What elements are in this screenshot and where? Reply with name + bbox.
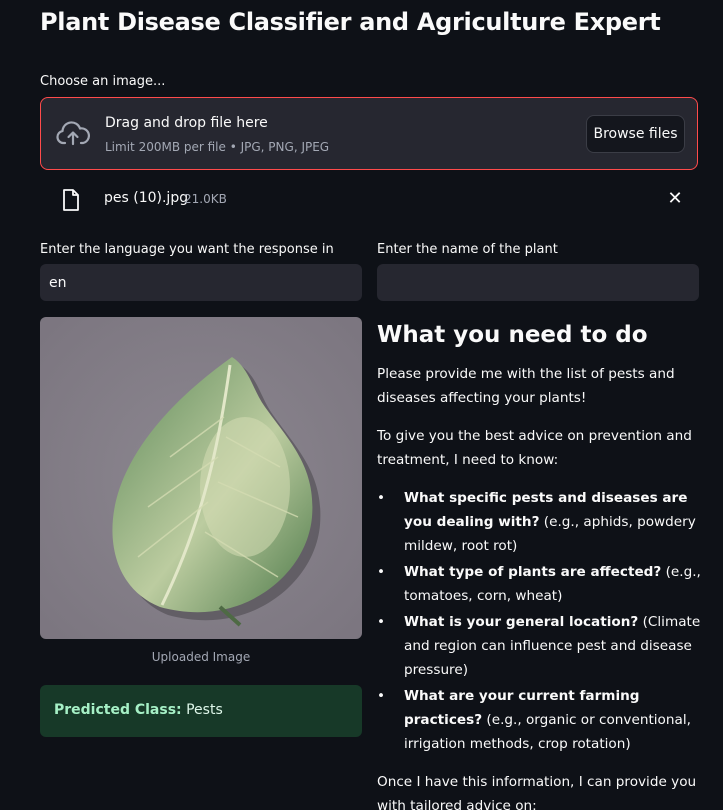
advice-response: What you need to do Please provide me wi…: [377, 322, 707, 810]
list-item: • What is your general location? (Climate…: [377, 610, 707, 682]
image-caption: Uploaded Image: [151, 650, 251, 664]
language-input[interactable]: [40, 264, 362, 301]
plant-name-label: Enter the name of the plant: [377, 242, 558, 257]
list-item-question: What is your general location?: [404, 614, 639, 630]
file-dropzone[interactable]: Drag and drop file here Limit 200MB per …: [40, 97, 698, 170]
language-label: Enter the language you want the response…: [40, 242, 334, 257]
response-need-text: To give you the best advice on preventio…: [377, 428, 692, 468]
list-item: • What type of plants are affected? (e.g.…: [377, 560, 707, 608]
plant-name-input[interactable]: [377, 264, 699, 301]
response-closing: Once I have this information, I can prov…: [377, 774, 697, 810]
file-icon: [63, 189, 79, 211]
response-intro: Please provide me with the list of pests…: [377, 366, 675, 406]
prediction-label: Predicted Class:: [54, 702, 182, 718]
app-page: Plant Disease Classifier and Agriculture…: [0, 0, 723, 810]
bullet-icon: •: [377, 564, 386, 580]
question-list: • What specific pests and diseases are yo…: [377, 486, 707, 756]
dropzone-limit: Limit 200MB per file • JPG, PNG, JPEG: [105, 140, 330, 154]
uploaded-leaf-image: [40, 317, 362, 639]
response-heading: What you need to do: [377, 322, 648, 348]
page-title: Plant Disease Classifier and Agriculture…: [40, 8, 661, 36]
dropzone-instruction: Drag and drop file here: [105, 115, 268, 131]
browse-files-button[interactable]: Browse files: [586, 115, 685, 153]
prediction-alert: Predicted Class: Pests: [40, 685, 362, 737]
list-item: • What specific pests and diseases are yo…: [377, 486, 707, 558]
file-size: 21.0KB: [184, 192, 227, 206]
cloud-upload-icon: [56, 121, 90, 146]
bullet-icon: •: [377, 490, 386, 506]
list-item-question: What type of plants are affected?: [404, 564, 662, 580]
list-item: • What are your current farming practices…: [377, 684, 707, 756]
bullet-icon: •: [377, 688, 386, 704]
close-icon[interactable]: ✕: [664, 188, 686, 210]
prediction-text: Predicted Class: Pests: [54, 702, 223, 718]
bullet-icon: •: [377, 614, 386, 630]
uploader-label: Choose an image...: [40, 74, 166, 89]
uploaded-file-row: pes (10).jpg 21.0KB ✕: [40, 184, 698, 216]
prediction-value: Pests: [186, 702, 223, 718]
file-name: pes (10).jpg: [104, 190, 189, 206]
